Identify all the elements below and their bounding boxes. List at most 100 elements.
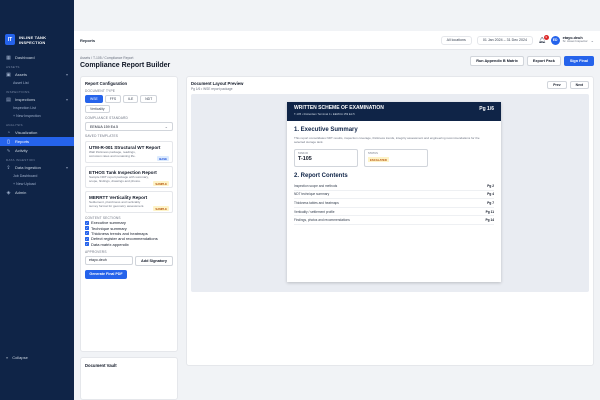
sidebar-item-data-ingestion[interactable]: ⇪ Data Ingestion ▾ [0,163,74,172]
chevron-down-icon: ▾ [65,165,68,170]
sidebar-item-label: Visualization [15,130,38,135]
box-icon: ▣ [6,71,11,78]
template-badge: SAMPLE [153,181,169,186]
chevron-down-icon: ⌄ [164,124,168,129]
nav-section-label: DATA INGESTION [6,158,35,162]
sidebar-item-label: Admin [15,190,27,195]
brand[interactable]: IT INLINE TANK INSPECTION [0,0,74,45]
sidebar-subitem[interactable]: + New Inspection [0,112,74,120]
document-preview-panel: Document Layout Preview Pg 1/6 • WSE rep… [186,76,594,366]
metric-card: TANK ID T-105 [294,149,358,167]
template-card[interactable]: ETHOS Tank Inspection Report Sample NDT r… [85,166,173,188]
preview-pager: Prev Next [547,81,589,91]
contents-page: Pg 14 [485,218,494,223]
document-page[interactable]: WRITTEN SCHEME OF EXAMINATION T-105 • Ro… [287,102,501,282]
sidebar: IT INLINE TANK INSPECTION ▦ Dashboard ASSE… [0,0,74,400]
templates-label: SAVED TEMPLATES [85,134,119,138]
checkbox-checked-icon[interactable]: ✓ [85,231,89,236]
user-menu[interactable]: ED etayo.deuh Sr. Asset Inspector ⌄ [550,35,594,45]
checkbox-checked-icon[interactable]: ✓ [85,226,89,231]
header-actions: Run Appendix B Matrix Export Pack Sign F… [470,56,594,66]
user-role: Sr. Asset Inspector [562,39,588,44]
contents-label: NDT technique summary [294,192,330,197]
checkbox-label: Thickness trends and heatmaps [91,230,148,236]
next-page-button[interactable]: Next [569,81,589,89]
shield-icon: ◈ [6,189,11,196]
top-bar-controls: All locations 01 Jan 2024 – 31 Dec 2024 … [440,34,594,45]
template-card[interactable]: MERRTT Verticality Report Settlement, plu… [85,191,173,213]
metric-card: STATUS ESCALATED [364,149,428,167]
doc-type-option[interactable]: ILE [123,95,139,103]
contents-row: NDT technique summary Pg 4 [294,191,494,200]
section-heading: 1. Executive Summary [294,127,358,133]
sidebar-subitem[interactable]: Job Dashboard [0,172,74,180]
template-card[interactable]: UTM-R-001 Structural WT Report Wall thick… [85,141,173,163]
approver-row: etayo.deuh Add Signatory [85,255,173,266]
sidebar-item-admin[interactable]: ◈ Admin [0,188,74,197]
user-info: etayo.deuh Sr. Asset Inspector [563,36,588,44]
sidebar-nav: ▦ Dashboard ASSETS ▣ Assets ▾ Asset List INSPEC… [0,53,74,197]
sidebar-item-assets[interactable]: ▣ Assets ▾ [0,70,74,79]
template-description: Settlement, plumbness and verticality su… [89,200,145,209]
doc-type-option[interactable]: FFS [104,95,122,103]
sidebar-item-dashboard[interactable]: ▦ Dashboard [0,53,74,62]
sidebar-item-reports[interactable]: ▯ Reports [0,137,74,146]
template-description: Sample NDT report package with summary, … [89,175,149,184]
date-range-filter[interactable]: 01 Jan 2024 – 31 Dec 2024 [476,35,533,45]
nav-section-label: INSPECTIONS [6,90,30,94]
sidebar-item-visualization[interactable]: ◔ Visualization [0,128,74,137]
preview-subtitle: Pg 1/6 • WSE report package [191,87,233,91]
clipboard-icon: ▤ [6,96,11,103]
add-signatory-button[interactable]: Add Signatory [135,255,173,266]
template-description: Wall thickness package, readings, corros… [89,150,136,159]
page-header: Assets / T-105 / Compliance Report Compl… [80,56,594,76]
contents-row: Thickness tables and heatmaps Pg 7 [294,199,494,208]
run-appendix-button[interactable]: Run Appendix B Matrix [470,56,524,66]
generate-pdf-button[interactable]: Generate Final PDF [85,269,127,279]
location-filter[interactable]: All locations [440,35,472,45]
content-section-list: ✓ Executive summary ✓ Technique summary ✓ Thi… [85,220,173,247]
sidebar-item-label: Dashboard [15,55,35,60]
sidebar-subitem[interactable]: Inspection List [0,104,74,112]
section-text: This report consolidates NDT results, in… [294,136,480,144]
content-section-checkbox[interactable]: ✓ Data matrix appendix [85,242,173,247]
sidebar-subitem[interactable]: + New Upload [0,180,74,188]
collapse-button[interactable]: « Collapse [6,355,28,360]
sidebar-subitem[interactable]: Asset List [0,79,74,87]
sidebar-item-activity[interactable]: ∿ Activity [0,146,74,155]
checkbox-label: Executive summary [91,220,126,226]
export-pack-button[interactable]: Export Pack [526,56,561,66]
doc-type-option[interactable]: NDT [140,95,158,103]
app-name: INLINE TANK INSPECTION [19,34,47,45]
document-page-number: Pg 1/6 [479,106,494,112]
upload-icon: ⇪ [6,164,11,171]
chart-icon: ◔ [6,129,11,136]
document-vault-panel: Document Vault [80,357,178,400]
sidebar-item-label: Reports [15,139,30,144]
top-bar: Reports All locations 01 Jan 2024 – 31 D… [74,31,600,50]
document-title: WRITTEN SCHEME OF EXAMINATION [294,105,384,111]
notification-count: 3 [543,34,549,40]
checkbox-checked-icon[interactable]: ✓ [85,220,89,225]
approvers-label: APPROVERS [85,249,107,254]
standard-select[interactable]: EEMUA 159 Ed.5 ⌄ [85,122,173,131]
chevron-down-icon: ▾ [65,97,68,102]
checkbox-checked-icon[interactable]: ✓ [85,236,89,241]
summary-metrics: TANK ID T-105 STATUS ESCALATED [294,149,494,167]
checkbox-checked-icon[interactable]: ✓ [85,242,89,247]
panel-title: Report Configuration [85,81,128,86]
top-breadcrumb[interactable]: Reports [80,38,95,43]
sign-final-button[interactable]: Sign Final [563,56,594,66]
contents-label: Findings, photos and recommendations [294,218,350,223]
sidebar-item-inspections[interactable]: ▤ Inspections ▾ [0,95,74,104]
approver-input[interactable]: etayo.deuh [85,255,134,265]
preview-header: Document Layout Preview Pg 1/6 • WSE rep… [191,81,589,91]
notifications-button[interactable]: 🔔︎ 3 [538,34,549,44]
prev-page-button[interactable]: Prev [547,81,567,89]
doc-type-label: DOCUMENT TYPE [85,89,116,93]
doc-type-option[interactable]: Verticality [85,105,110,113]
app-logo-icon: IT [5,34,15,45]
status-badge: ESCALATED [368,157,389,162]
doc-type-option[interactable]: WSE [85,95,103,103]
checkbox-label: Technique summary [91,225,127,231]
